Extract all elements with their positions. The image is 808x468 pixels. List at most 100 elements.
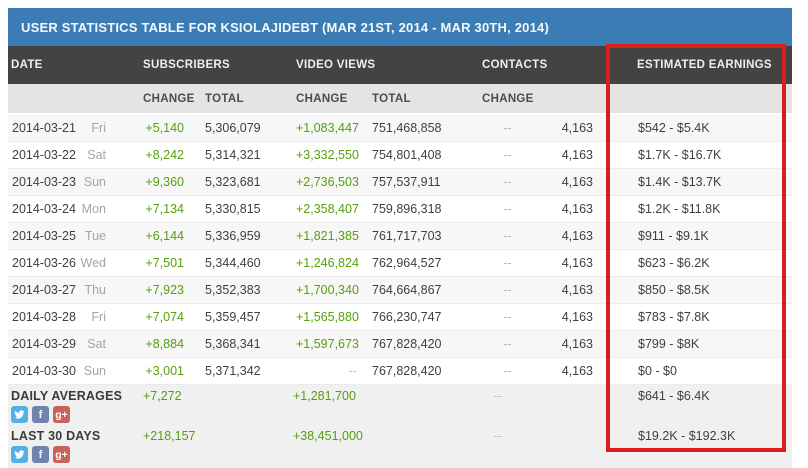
date-cell: 2014-03-25 Tue <box>8 229 108 243</box>
summary-label-cell: LAST 30 DAYS f g+ <box>8 429 143 463</box>
contacts-change-value: -- <box>482 121 533 135</box>
summary-views-change: +38,451,000 <box>293 429 453 443</box>
summary-contacts-change: -- <box>453 429 543 443</box>
views-total-value: 766,230,747 <box>357 310 482 324</box>
summary-views-change: +1,281,700 <box>293 389 453 403</box>
views-total-value: 767,828,420 <box>357 337 482 351</box>
contacts-total-value: 4,163 <box>533 148 593 162</box>
summary-label: LAST 30 DAYS <box>8 429 143 443</box>
subscribers-change-value: +7,134 <box>108 202 184 216</box>
estimated-earnings-value: $623 - $6.2K <box>593 256 792 270</box>
subscribers-change-value: +7,923 <box>108 283 184 297</box>
twitter-share-icon[interactable] <box>11 446 28 463</box>
views-change-value: +2,736,503 <box>296 175 357 189</box>
estimated-earnings-value: $1.7K - $16.7K <box>593 148 792 162</box>
contacts-change-value: -- <box>482 283 533 297</box>
contacts-total-value: 4,163 <box>533 256 593 270</box>
table-row: 2014-03-30 Sun +3,001 5,371,342 -- 767,8… <box>8 358 792 385</box>
date-cell: 2014-03-28 Fri <box>8 310 108 324</box>
contacts-total-value: 4,163 <box>533 283 593 297</box>
col-header-contacts: CONTACTS <box>482 59 637 71</box>
contacts-change-value: -- <box>482 337 533 351</box>
day-of-week-label: Fri <box>91 310 106 324</box>
date-label: 2014-03-30 <box>12 364 76 378</box>
twitter-share-icon[interactable] <box>11 406 28 423</box>
subscribers-total-value: 5,371,342 <box>184 364 296 378</box>
contacts-change-value: -- <box>482 256 533 270</box>
summary-row: LAST 30 DAYS f g+ +218,157 +38,451,000 -… <box>8 425 792 468</box>
summary-earnings: $641 - $6.4K <box>593 389 792 403</box>
share-buttons: f g+ <box>8 446 143 463</box>
summary-contacts-change: -- <box>453 389 543 403</box>
subscribers-change-value: +3,001 <box>108 364 184 378</box>
facebook-share-icon[interactable]: f <box>32 446 49 463</box>
date-label: 2014-03-29 <box>12 337 76 351</box>
views-change-value: +1,565,880 <box>296 310 357 324</box>
day-of-week-label: Sun <box>84 175 106 189</box>
contacts-change-value: -- <box>482 148 533 162</box>
subscribers-change-value: +6,144 <box>108 229 184 243</box>
date-label: 2014-03-27 <box>12 283 76 297</box>
subscribers-change-value: +5,140 <box>108 121 184 135</box>
table-row: 2014-03-29 Sat +8,884 5,368,341 +1,597,6… <box>8 331 792 358</box>
views-total-value: 751,468,858 <box>357 121 482 135</box>
subscribers-total-value: 5,368,341 <box>184 337 296 351</box>
date-cell: 2014-03-29 Sat <box>8 337 108 351</box>
table-row: 2014-03-22 Sat +8,242 5,314,321 +3,332,5… <box>8 142 792 169</box>
views-change-value: -- <box>296 364 357 378</box>
views-change-value: +2,358,407 <box>296 202 357 216</box>
views-total-value: 754,801,408 <box>357 148 482 162</box>
sub-header-row: CHANGE TOTAL CHANGE TOTAL CHANGE <box>8 84 792 115</box>
day-of-week-label: Mon <box>82 202 106 216</box>
estimated-earnings-value: $911 - $9.1K <box>593 229 792 243</box>
table-row: 2014-03-28 Fri +7,074 5,359,457 +1,565,8… <box>8 304 792 331</box>
column-header-row: DATE SUBSCRIBERS VIDEO VIEWS CONTACTS ES… <box>8 46 792 84</box>
views-change-value: +1,700,340 <box>296 283 357 297</box>
subheader-views-total: TOTAL <box>372 93 482 105</box>
contacts-change-value: -- <box>482 202 533 216</box>
table-row: 2014-03-23 Sun +9,360 5,323,681 +2,736,5… <box>8 169 792 196</box>
col-header-subscribers: SUBSCRIBERS <box>143 59 296 71</box>
date-label: 2014-03-22 <box>12 148 76 162</box>
subscribers-total-value: 5,323,681 <box>184 175 296 189</box>
col-header-date: DATE <box>8 59 143 71</box>
date-label: 2014-03-26 <box>12 256 76 270</box>
views-change-value: +1,083,447 <box>296 121 357 135</box>
estimated-earnings-value: $1.4K - $13.7K <box>593 175 792 189</box>
estimated-earnings-value: $542 - $5.4K <box>593 121 792 135</box>
summary-label-cell: DAILY AVERAGES f g+ <box>8 389 143 423</box>
day-of-week-label: Fri <box>91 121 106 135</box>
estimated-earnings-value: $850 - $8.5K <box>593 283 792 297</box>
table-body: 2014-03-21 Fri +5,140 5,306,079 +1,083,4… <box>8 115 792 385</box>
google-plus-share-icon[interactable]: g+ <box>53 446 70 463</box>
subscribers-total-value: 5,306,079 <box>184 121 296 135</box>
contacts-total-value: 4,163 <box>533 337 593 351</box>
date-cell: 2014-03-30 Sun <box>8 364 108 378</box>
summary-label: DAILY AVERAGES <box>8 389 143 403</box>
date-label: 2014-03-25 <box>12 229 76 243</box>
views-change-value: +3,332,550 <box>296 148 357 162</box>
subscribers-total-value: 5,314,321 <box>184 148 296 162</box>
google-plus-share-icon[interactable]: g+ <box>53 406 70 423</box>
views-change-value: +1,597,673 <box>296 337 357 351</box>
table-row: 2014-03-24 Mon +7,134 5,330,815 +2,358,4… <box>8 196 792 223</box>
share-buttons: f g+ <box>8 406 143 423</box>
contacts-total-value: 4,163 <box>533 202 593 216</box>
facebook-share-icon[interactable]: f <box>32 406 49 423</box>
summary-subscribers-change: +7,272 <box>143 389 293 403</box>
views-change-value: +1,821,385 <box>296 229 357 243</box>
day-of-week-label: Sun <box>84 364 106 378</box>
summary-row: DAILY AVERAGES f g+ +7,272 +1,281,700 --… <box>8 385 792 425</box>
date-label: 2014-03-23 <box>12 175 76 189</box>
table-row: 2014-03-25 Tue +6,144 5,336,959 +1,821,3… <box>8 223 792 250</box>
date-cell: 2014-03-23 Sun <box>8 175 108 189</box>
day-of-week-label: Sat <box>87 148 106 162</box>
user-statistics-table: USER STATISTICS TABLE FOR KSIOLAJIDEBT (… <box>8 8 792 468</box>
subscribers-total-value: 5,359,457 <box>184 310 296 324</box>
date-cell: 2014-03-22 Sat <box>8 148 108 162</box>
subheader-contacts-change: CHANGE <box>482 93 593 105</box>
table-row: 2014-03-21 Fri +5,140 5,306,079 +1,083,4… <box>8 115 792 142</box>
col-header-video-views: VIDEO VIEWS <box>296 59 482 71</box>
col-header-estimated-earnings: ESTIMATED EARNINGS <box>637 59 792 71</box>
contacts-total-value: 4,163 <box>533 364 593 378</box>
